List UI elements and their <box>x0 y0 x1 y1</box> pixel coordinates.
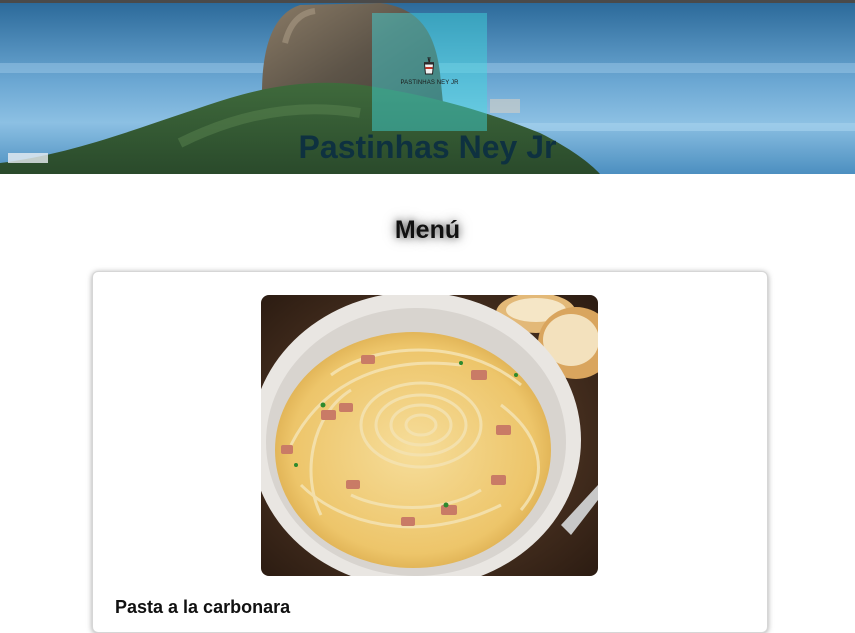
menu-item-card[interactable]: Pasta a la carbonara <box>92 271 768 633</box>
menu-heading: Menú <box>394 216 461 244</box>
dish-name: Pasta a la carbonara <box>115 597 291 617</box>
logo-text: PASTINHAS NEY JR <box>400 80 459 86</box>
hero-banner: PASTINHAS NEY JR Pastinhas Ney Jr <box>0 3 855 174</box>
dish-photo <box>261 295 598 576</box>
logo[interactable]: PASTINHAS NEY JR <box>372 13 487 131</box>
pasta-cup-icon <box>423 57 435 75</box>
site-title: Pastinhas Ney Jr <box>298 129 557 165</box>
